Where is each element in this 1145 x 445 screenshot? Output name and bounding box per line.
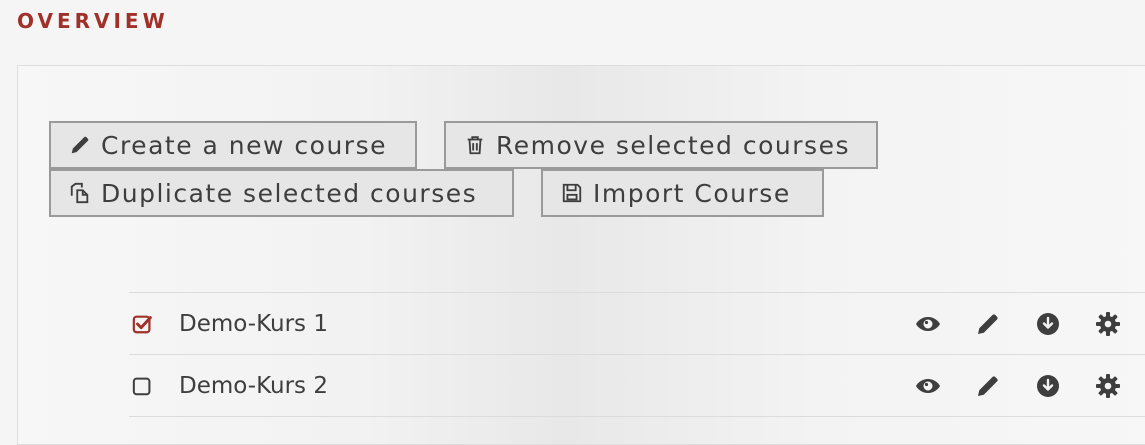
create-course-label: Create a new course — [101, 130, 387, 160]
course-settings-button[interactable] — [1095, 311, 1121, 337]
course-name[interactable]: Demo-Kurs 2 — [179, 373, 915, 399]
download-icon — [1037, 374, 1059, 397]
download-course-button[interactable] — [1035, 311, 1061, 337]
duplicate-courses-button[interactable]: Duplicate selected courses — [49, 169, 514, 217]
copy-icon — [70, 182, 89, 204]
edit-course-button[interactable] — [975, 373, 1001, 399]
download-course-button[interactable] — [1035, 373, 1061, 399]
pencil-icon — [978, 375, 998, 396]
edit-course-button[interactable] — [975, 311, 1001, 337]
checkbox-unchecked-icon[interactable] — [132, 375, 154, 397]
duplicate-courses-label: Duplicate selected courses — [101, 178, 478, 208]
download-icon — [1037, 312, 1059, 335]
remove-courses-button[interactable]: Remove selected courses — [444, 121, 878, 169]
gear-icon — [1096, 311, 1120, 336]
course-row: Demo-Kurs 2 — [129, 355, 1145, 417]
course-list: Demo-Kurs 1 Demo-Kurs 2 — [129, 292, 1145, 417]
course-row: Demo-Kurs 1 — [129, 293, 1145, 355]
floppy-icon — [562, 183, 582, 203]
course-settings-button[interactable] — [1095, 373, 1121, 399]
import-course-button[interactable]: Import Course — [541, 169, 824, 217]
course-name[interactable]: Demo-Kurs 1 — [179, 311, 915, 337]
remove-courses-label: Remove selected courses — [496, 130, 850, 160]
page-title: OVERVIEW — [17, 9, 169, 33]
eye-icon — [916, 378, 940, 393]
create-course-button[interactable]: Create a new course — [49, 121, 417, 169]
pencil-icon — [978, 313, 998, 334]
course-actions — [915, 311, 1145, 337]
course-actions — [915, 373, 1145, 399]
eye-icon — [916, 316, 940, 331]
view-course-button[interactable] — [915, 373, 941, 399]
checkbox-checked-icon[interactable] — [132, 313, 154, 335]
import-course-label: Import Course — [593, 178, 791, 208]
gear-icon — [1096, 373, 1120, 398]
pencil-icon — [71, 136, 89, 154]
view-course-button[interactable] — [915, 311, 941, 337]
trash-icon — [467, 136, 483, 155]
